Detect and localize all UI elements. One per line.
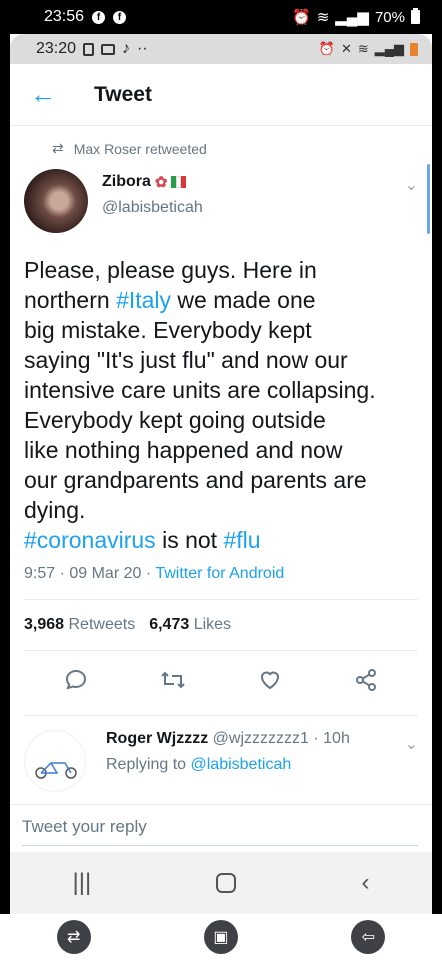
author-handle[interactable]: @labisbeticah xyxy=(102,199,203,217)
like-heart-icon[interactable] xyxy=(258,668,282,698)
reply-icon[interactable] xyxy=(64,668,88,698)
bicycle-icon xyxy=(35,762,77,779)
alarm-icon: ⏰ xyxy=(292,9,311,26)
assistive-dock: ⇄ ▣ ⇦ xyxy=(0,914,442,960)
wifi-icon-inner: ≋ xyxy=(357,41,369,56)
hashtag-coronavirus[interactable]: #coronavirus xyxy=(24,527,156,553)
outer-time: 23:56 xyxy=(44,8,85,25)
retweet-action-icon[interactable] xyxy=(160,668,186,698)
more-notifications-icon: ·· xyxy=(137,40,148,57)
likes-count[interactable]: 6,473 Likes xyxy=(149,616,231,634)
reply-input[interactable]: Tweet your reply xyxy=(10,804,432,852)
reply-chevron-down-icon[interactable]: ⌄ xyxy=(405,734,418,754)
tweet-actions xyxy=(10,651,432,715)
facebook-icon-2: f xyxy=(113,10,127,24)
engagement-counts: 3,968 Retweets 6,473 Likes xyxy=(10,600,432,650)
tweet-source[interactable]: Twitter for Android xyxy=(155,565,284,582)
reply-author-handle[interactable]: @wjzzzzzzz1 · 10h xyxy=(213,730,350,747)
share-icon[interactable] xyxy=(354,668,378,698)
replying-to: Replying to @labisbeticah xyxy=(106,756,292,773)
tweet-text: Please, please guys. Here in northern #I… xyxy=(24,257,376,553)
battery-icon xyxy=(411,8,420,24)
swap-icon[interactable]: ⇄ xyxy=(56,920,91,954)
avatar[interactable] xyxy=(24,169,88,233)
italy-flag-icon xyxy=(171,176,187,188)
android-nav-bar: ||| ‹ xyxy=(10,852,432,914)
back-icon[interactable]: ‹ xyxy=(361,869,369,897)
reply-avatar[interactable] xyxy=(24,730,86,792)
tweet-header: ← Tweet xyxy=(10,64,432,126)
wifi-icon: ≋ xyxy=(316,9,330,26)
outer-status-bar: 23:56 f f ⏰ ≋ ▂▄▆ 70% xyxy=(0,0,442,34)
chevron-down-icon[interactable]: ⌄ xyxy=(405,175,418,195)
recent-apps-icon[interactable]: ||| xyxy=(73,869,92,897)
back-arrow-dock-icon[interactable]: ⇦ xyxy=(351,920,386,954)
hashtag-italy[interactable]: #Italy xyxy=(116,287,171,313)
facebook-icon: f xyxy=(92,10,106,24)
retweeted-by-text[interactable]: Max Roser retweeted xyxy=(74,141,207,157)
author-name[interactable]: Zibora xyxy=(102,173,151,191)
flower-emoji-icon: ✿ xyxy=(154,174,168,191)
back-arrow-icon[interactable]: ← xyxy=(30,81,56,107)
hashtag-flu[interactable]: #flu xyxy=(223,527,260,553)
page-title: Tweet xyxy=(94,82,152,106)
retweets-count[interactable]: 3,968 Retweets xyxy=(24,616,135,634)
reply-placeholder[interactable]: Tweet your reply xyxy=(22,817,147,836)
mute-icon: ✕ xyxy=(340,41,352,56)
tweet-timestamp: 9:57 · 09 Mar 20 · xyxy=(24,565,156,582)
inner-status-bar: 23:20 ♪ ·· ⏰ ✕ ≋ ▂▄▆ xyxy=(10,34,432,64)
inner-time: 23:20 xyxy=(36,40,77,57)
notification-icon xyxy=(83,42,95,56)
window-icon[interactable]: ▣ xyxy=(203,920,238,954)
battery-percent: 70% xyxy=(374,8,405,26)
alarm-icon-inner: ⏰ xyxy=(318,41,335,56)
retweet-icon: ⇄ xyxy=(52,140,64,156)
reply-author-name[interactable]: Roger Wjzzzz xyxy=(106,730,208,747)
signal-icon: ▂▄▆ xyxy=(335,9,369,26)
reply-tweet[interactable]: Roger Wjzzzz @wjzzzzzzz1 · 10h Replying … xyxy=(10,716,432,792)
tweet-author: Zibora ✿ @labisbeticah ⌄ xyxy=(24,169,432,233)
replying-to-handle[interactable]: @labisbeticah xyxy=(191,756,292,773)
signal-icon-inner: ▂▄▆ xyxy=(374,41,404,56)
tweet-meta: 9:57 · 09 Mar 20 · Twitter for Android xyxy=(24,565,432,583)
battery-icon-inner xyxy=(410,42,418,56)
home-icon[interactable] xyxy=(216,873,237,893)
phone-screen: 23:20 ♪ ·· ⏰ ✕ ≋ ▂▄▆ ← Tweet ⇄ Max Roser… xyxy=(10,34,432,914)
tiktok-icon: ♪ xyxy=(122,40,131,57)
retweeted-by: ⇄ Max Roser retweeted xyxy=(52,140,432,157)
image-icon xyxy=(101,43,116,55)
